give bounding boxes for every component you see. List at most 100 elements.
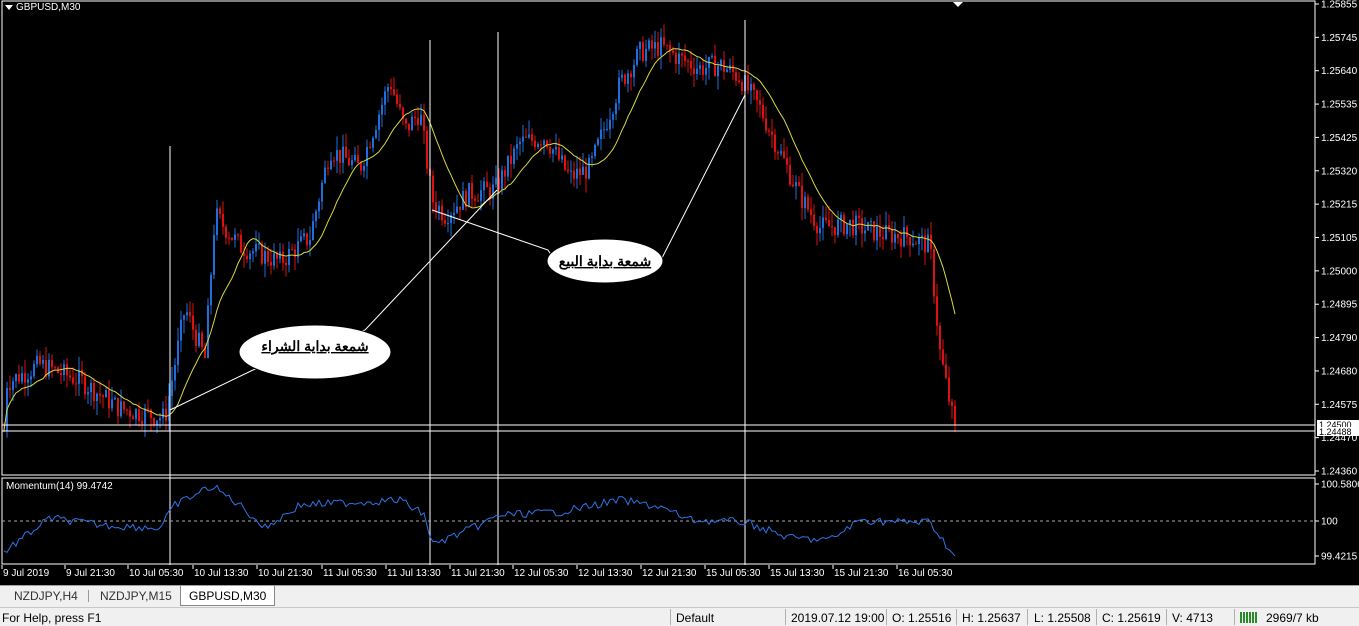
candle-body [207, 305, 209, 358]
candle-body [258, 243, 260, 245]
candle-body [189, 312, 191, 316]
candle-body [705, 67, 707, 75]
candle-body [447, 223, 449, 225]
candle-body [852, 219, 854, 236]
candle-body [123, 401, 125, 410]
candle-body [525, 136, 527, 138]
chart-title: GBPUSD,M30 [5, 2, 80, 13]
bar-volume: V: 4713 [1172, 611, 1213, 625]
candle-body [165, 408, 167, 421]
candle-body [531, 134, 533, 141]
candle-body [828, 220, 830, 227]
candle-body [255, 243, 257, 252]
candle-body [513, 148, 515, 164]
candle-body [864, 230, 866, 234]
tab-gbpusd-m30[interactable]: GBPUSD,M30 [180, 586, 276, 606]
candle-body [630, 73, 632, 78]
candle-body [900, 238, 902, 247]
candle-body [540, 144, 542, 146]
candle-body [636, 48, 638, 65]
candle-body [768, 130, 770, 132]
status-divider [670, 609, 671, 625]
candle-body [69, 375, 71, 378]
tab-divider [88, 590, 89, 602]
status-divider [956, 609, 957, 625]
candle-body [615, 103, 617, 115]
sell-annotation-text: شمعة بداية البيع [559, 253, 651, 270]
time-tick-label: 12 Jul 05:30 [514, 568, 569, 579]
candle-body [726, 69, 728, 73]
tab-nzdjpy-m15[interactable]: NZDJPY,M15 [92, 586, 180, 606]
candle-body [783, 151, 785, 158]
candle-body [792, 184, 794, 187]
price-tick-label: 1.24575 [1321, 400, 1358, 411]
candle-body [537, 144, 539, 147]
time-tick-label: 16 Jul 05:30 [898, 568, 953, 579]
candle-body [399, 103, 401, 108]
candle-body [609, 119, 611, 130]
candle-body [588, 157, 590, 179]
candle-body [105, 390, 107, 398]
time-tick-label: 15 Jul 21:30 [834, 568, 889, 579]
candle-body [312, 221, 314, 241]
candle-body [420, 114, 422, 125]
candle-body [627, 73, 629, 85]
candle-body [876, 226, 878, 241]
candle-body [360, 162, 362, 171]
candle-body [897, 234, 899, 239]
candle-body [411, 116, 413, 131]
candle-body [909, 237, 911, 246]
candle-body [666, 44, 668, 46]
help-text: For Help, press F1 [2, 611, 102, 625]
tab-nzdjpy-h4[interactable]: NZDJPY,H4 [6, 586, 86, 606]
candle-body [372, 137, 374, 148]
price-chart[interactable]: 1.25855 1.25745 1.25640 1.25535 1.25425 1.253… [0, 0, 1359, 585]
candle-body [684, 55, 686, 61]
candle-body [936, 296, 938, 326]
candle-body [132, 416, 134, 420]
candle-body [921, 235, 923, 238]
candle-body [444, 220, 446, 224]
candle-body [795, 182, 797, 187]
price-tick-label: 1.25855 [1321, 0, 1358, 11]
candle-body [291, 248, 293, 250]
ask-label: 1.24488 [1319, 427, 1352, 437]
candle-body [222, 213, 224, 227]
chart-window[interactable]: 1.25855 1.25745 1.25640 1.25535 1.25425 1.253… [0, 0, 1359, 585]
candle-body [756, 90, 758, 101]
candle-body [759, 100, 761, 105]
status-bar: For Help, press F1 Default 2019.07.12 19… [0, 607, 1359, 626]
candle-body [387, 87, 389, 92]
candle-body [810, 209, 812, 215]
chart-shift-marker [953, 2, 963, 7]
candle-body [501, 170, 503, 190]
candle-body [861, 218, 863, 234]
momentum-tick-label: 100.5806 [1321, 480, 1359, 491]
momentum-tick-label: 100 [1321, 517, 1338, 528]
candle-body [351, 160, 353, 166]
candle-body [873, 221, 875, 241]
candle-body [822, 217, 824, 228]
candle-body [15, 374, 17, 382]
candle-body [633, 64, 635, 78]
candle-body [618, 77, 620, 104]
candle-body [555, 147, 557, 150]
buy-trend-line [364, 189, 498, 331]
candle-body [870, 221, 872, 223]
candle-body [120, 401, 122, 417]
price-tick-label: 1.25640 [1321, 66, 1358, 77]
candle-body [561, 155, 563, 160]
candle-body [639, 42, 641, 49]
candle-body [546, 140, 548, 148]
connection-traffic-icon[interactable] [1240, 612, 1262, 623]
candle-body [735, 72, 737, 81]
candle-body [327, 167, 329, 169]
candle-body [408, 123, 410, 131]
time-tick-label: 15 Jul 05:30 [706, 568, 761, 579]
price-tick-label: 1.25535 [1321, 100, 1358, 111]
price-tick-label: 1.24790 [1321, 333, 1358, 344]
candle-body [486, 181, 488, 188]
candle-body [504, 170, 506, 177]
candle-body [129, 410, 131, 417]
chart-menu-icon[interactable] [5, 5, 13, 10]
